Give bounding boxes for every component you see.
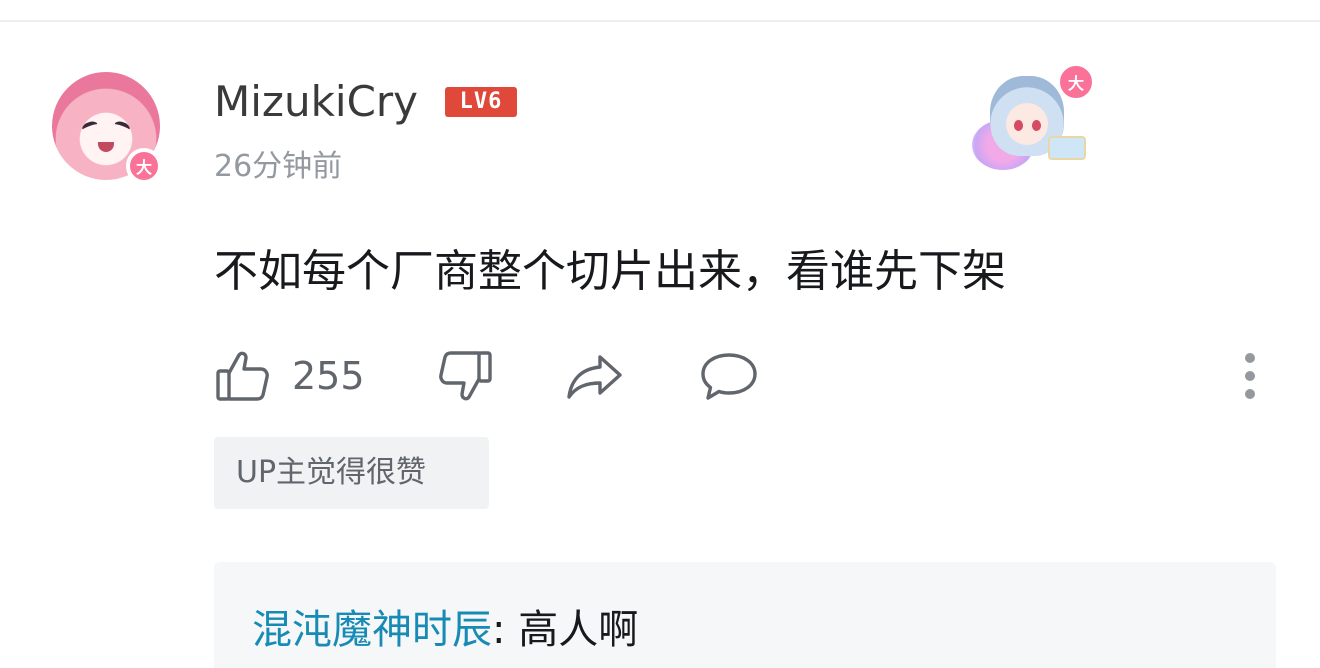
decoration-vip-badge-icon: 大	[1056, 62, 1096, 102]
comment-icon	[698, 347, 760, 405]
reply-separator: :	[492, 607, 519, 653]
reply-preview[interactable]: 混沌魔神时辰: 高人啊	[214, 562, 1276, 668]
share-icon	[564, 347, 626, 405]
level-badge: LV6	[445, 87, 517, 117]
avatar[interactable]: 大	[52, 72, 164, 184]
like-button[interactable]: 255	[214, 346, 365, 406]
thumb-down-icon	[436, 347, 494, 405]
thumb-up-icon	[214, 347, 272, 405]
dislike-button[interactable]	[436, 346, 494, 406]
reply-button[interactable]	[698, 346, 760, 406]
decoration-tag	[1048, 136, 1086, 160]
top-divider	[0, 20, 1320, 22]
reply-text: 高人啊	[518, 607, 639, 653]
comment-timestamp: 26分钟前	[214, 149, 343, 184]
more-vertical-icon	[1236, 350, 1264, 406]
comment-text: 不如每个厂商整个切片出来，看谁先下架	[214, 246, 1006, 297]
reply-item[interactable]: 混沌魔神时辰: 高人啊	[252, 604, 638, 656]
vip-badge-icon: 大	[126, 148, 162, 184]
share-button[interactable]	[564, 346, 626, 406]
up-liked-tag: UP主觉得很赞	[214, 437, 489, 509]
like-count: 255	[292, 354, 365, 398]
decoration-card[interactable]: 大	[972, 62, 1102, 170]
comment-actions: 255	[214, 346, 1294, 406]
username[interactable]: MizukiCry	[214, 74, 418, 130]
reply-username[interactable]: 混沌魔神时辰	[252, 607, 492, 653]
more-options-button[interactable]	[1236, 348, 1264, 408]
